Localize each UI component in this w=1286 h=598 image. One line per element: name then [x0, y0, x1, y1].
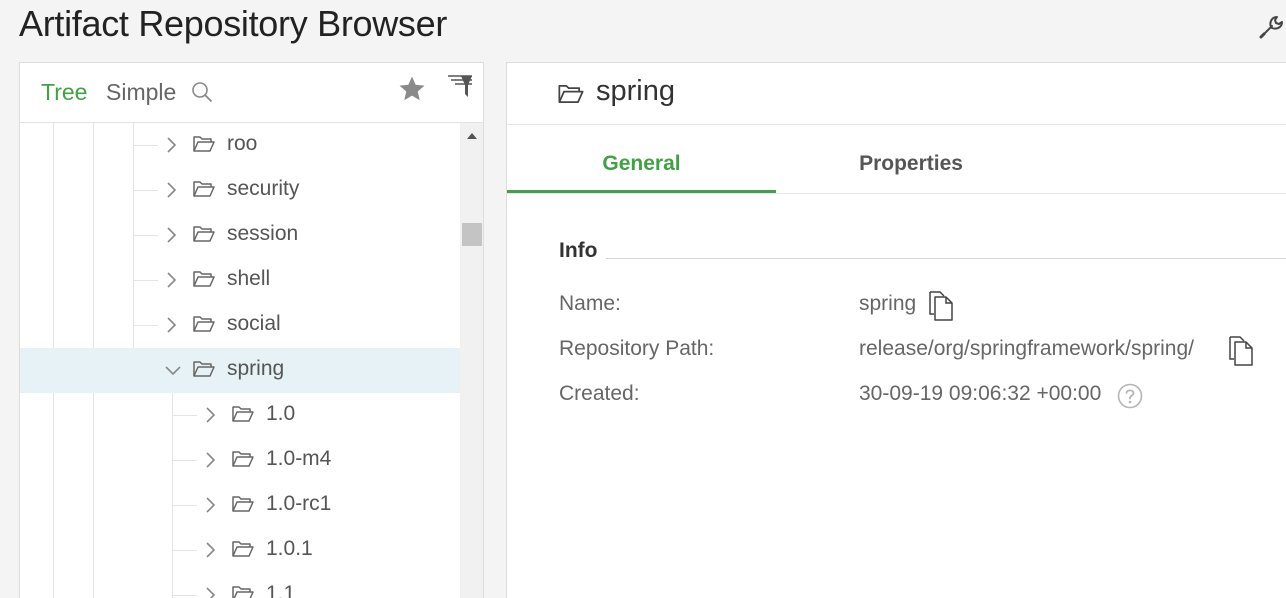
tree-item-label: 1.1 [266, 582, 296, 598]
tab-general[interactable]: General [507, 125, 776, 193]
chevron-right-icon[interactable] [164, 181, 178, 199]
wrench-icon[interactable] [1258, 12, 1286, 40]
tree-item-shell[interactable]: shell [20, 258, 460, 303]
tree-item-1-0-rc1[interactable]: 1.0-rc1 [20, 483, 460, 528]
folder-icon [232, 451, 254, 467]
tree-item-1-0[interactable]: 1.0 [20, 393, 460, 438]
detail-panel: spring General Properties Info Name: spr… [506, 62, 1286, 598]
folder-icon [232, 586, 254, 598]
tree-item-roo[interactable]: roo [20, 123, 460, 168]
tree-item-1-0-m4[interactable]: 1.0-m4 [20, 438, 460, 483]
copy-icon[interactable] [1225, 333, 1255, 367]
name-value: spring [859, 292, 917, 315]
folder-icon [193, 316, 215, 332]
tab-properties[interactable]: Properties [776, 125, 1046, 193]
chevron-right-icon[interactable] [203, 406, 217, 424]
search-icon[interactable] [190, 80, 214, 104]
chevron-right-icon[interactable] [203, 586, 217, 598]
folder-icon [193, 271, 215, 287]
folder-icon [193, 226, 215, 242]
chevron-right-icon[interactable] [203, 451, 217, 469]
tree-item-label: 1.0.1 [266, 537, 313, 560]
chevron-right-icon[interactable] [203, 496, 217, 514]
info-heading: Info [559, 239, 598, 262]
scroll-up-icon[interactable] [467, 132, 477, 140]
chevron-right-icon[interactable] [164, 226, 178, 244]
folder-icon [193, 136, 215, 152]
created-value: 30-09-19 09:06:32 +00:00 [859, 382, 1102, 405]
tree-item-1-0-1[interactable]: 1.0.1 [20, 528, 460, 573]
detail-header: spring [507, 63, 1286, 125]
folder-icon [193, 361, 215, 377]
tree-item-session[interactable]: session [20, 213, 460, 258]
scroll-thumb[interactable] [462, 223, 482, 246]
repository-path-value: release/org/springframework/spring/ [859, 337, 1194, 360]
chevron-right-icon[interactable] [164, 271, 178, 289]
tree-toolbar: Tree Simple [20, 63, 483, 123]
chevron-right-icon[interactable] [164, 316, 178, 334]
tree-item-label: roo [227, 132, 258, 155]
tree-item-label: 1.0 [266, 402, 296, 425]
tree-scrollbar[interactable] [460, 123, 483, 598]
repository-path-label: Repository Path: [559, 337, 715, 360]
chevron-right-icon[interactable] [203, 541, 217, 559]
star-icon[interactable] [397, 74, 427, 104]
detail-title: spring [596, 75, 675, 107]
tree-item-security[interactable]: security [20, 168, 460, 213]
mode-simple-tab[interactable]: Simple [106, 79, 176, 106]
tree-item-label: spring [227, 357, 285, 380]
filter-icon[interactable] [446, 73, 474, 101]
info-divider [606, 258, 1286, 259]
folder-icon [232, 541, 254, 557]
created-label: Created: [559, 382, 640, 405]
tree-item-label: session [227, 222, 299, 245]
tree-item-spring[interactable]: spring [20, 348, 460, 393]
tree-view: roo security session shell social spring… [20, 123, 460, 598]
folder-icon [193, 181, 215, 197]
mode-tree-tab[interactable]: Tree [41, 79, 87, 106]
tab-divider [507, 193, 1286, 194]
page-title: Artifact Repository Browser [19, 3, 448, 44]
name-label: Name: [559, 292, 621, 315]
copy-icon[interactable] [925, 288, 955, 322]
tree-panel: Tree Simple roo security session shell s… [19, 62, 484, 598]
tree-item-label: shell [227, 267, 271, 290]
folder-icon [232, 406, 254, 422]
chevron-right-icon[interactable] [164, 136, 178, 154]
tree-item-label: social [227, 312, 281, 335]
help-icon[interactable] [1117, 383, 1143, 409]
folder-icon [558, 84, 584, 104]
chevron-down-icon[interactable] [164, 361, 182, 379]
tree-item-social[interactable]: social [20, 303, 460, 348]
tree-item-label: 1.0-m4 [266, 447, 332, 470]
tree-item-label: 1.0-rc1 [266, 492, 332, 515]
tree-item-1-1[interactable]: 1.1 [20, 573, 460, 598]
tree-item-label: security [227, 177, 300, 200]
folder-icon [232, 496, 254, 512]
